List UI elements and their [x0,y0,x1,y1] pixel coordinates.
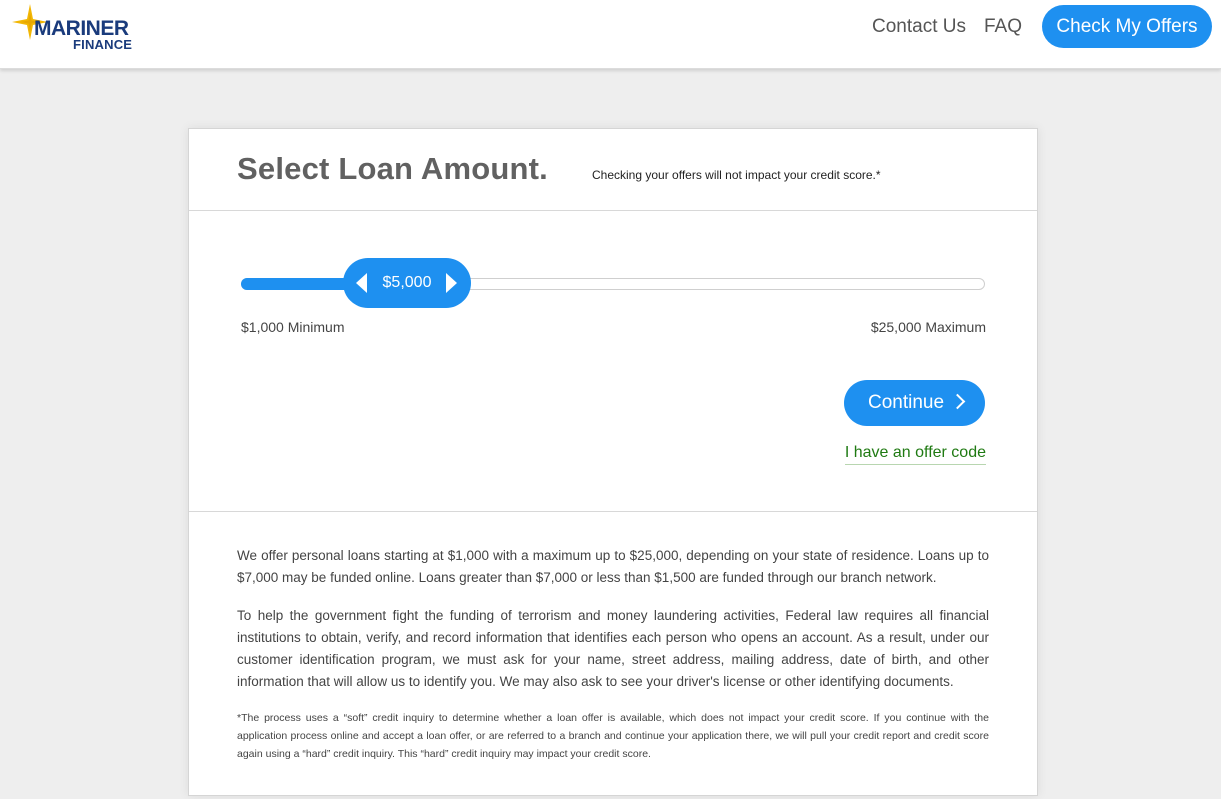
nav-contact-us-link[interactable]: Contact Us [872,14,966,40]
page-title: Select Loan Amount. [237,151,548,186]
slider-max-label: $25,000 Maximum [870,319,986,335]
loan-amount-slider-handle[interactable]: $5,000 [343,258,471,308]
credit-score-note: Checking your offers will not impact you… [592,168,881,182]
triangle-right-icon[interactable] [446,273,457,293]
section-divider [189,511,1037,512]
continue-button[interactable]: Continue [844,380,985,426]
credit-inquiry-footnote: *The process uses a “soft” credit inquir… [237,712,989,760]
continue-button-label: Continue [868,392,945,413]
slider-min-label: $1,000 Minimum [241,319,345,335]
mariner-finance-logo[interactable]: MARINER FINANCE [12,4,152,56]
logo-wordmark-line2: FINANCE [73,37,133,52]
loan-amount-card: Select Loan Amount. Checking your offers… [188,128,1038,796]
top-navigation-bar: MARINER FINANCE Contact Us FAQ Check My … [0,0,1221,69]
nav-faq-link[interactable]: FAQ [984,14,1022,40]
loan-range-paragraph: We offer personal loans starting at $1,0… [237,548,989,585]
chevron-right-icon [949,393,966,410]
card-header: Select Loan Amount. Checking your offers… [189,129,1037,211]
logo-wordmark-line1: MARINER [34,17,129,40]
check-my-offers-button[interactable]: Check My Offers [1042,5,1212,48]
offer-code-link[interactable]: I have an offer code [844,444,986,465]
patriot-act-paragraph: To help the government fight the funding… [237,608,989,689]
